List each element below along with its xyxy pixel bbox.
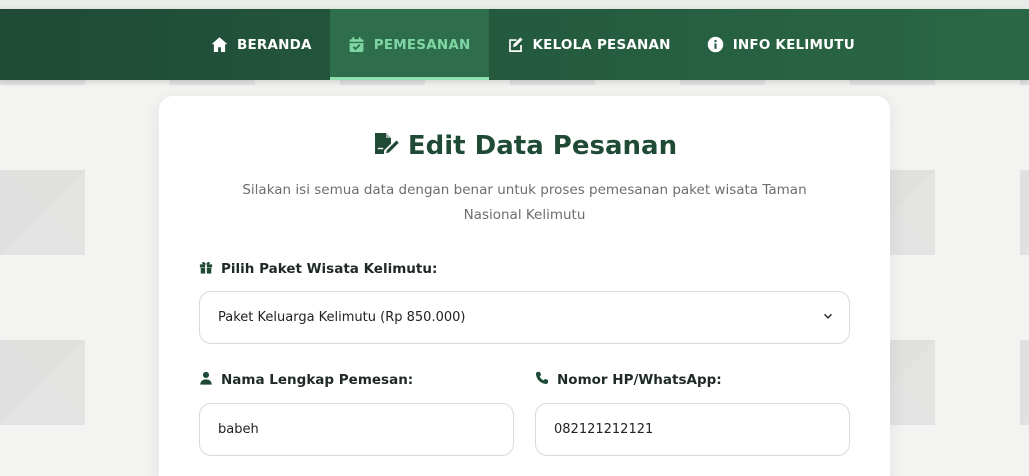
phone-icon: [535, 371, 549, 389]
edit-icon: [507, 36, 524, 53]
phone-label-text: Nomor HP/WhatsApp:: [557, 372, 722, 388]
nav-item-label: PEMESANAN: [373, 36, 471, 53]
form-subtitle: Silakan isi semua data dengan benar untu…: [242, 182, 807, 223]
nav-item-kelola-pesanan[interactable]: KELOLA PESANAN: [489, 9, 689, 80]
nav-item-beranda[interactable]: BERANDA: [193, 9, 330, 80]
file-signature-icon: [372, 131, 400, 161]
home-icon: [211, 36, 228, 53]
package-label-text: Pilih Paket Wisata Kelimutu:: [221, 261, 438, 277]
page: BERANDA PEMESANAN KELOLA PESANAN INFO KE…: [0, 0, 1029, 476]
form-header: Edit Data Pesanan: [159, 131, 890, 161]
edit-form-card: Edit Data Pesanan Silakan isi semua data…: [159, 96, 890, 476]
name-input-value: babeh: [218, 422, 259, 437]
nav-item-label: KELOLA PESANAN: [532, 36, 671, 53]
name-label: Nama Lengkap Pemesan:: [199, 371, 413, 389]
name-label-text: Nama Lengkap Pemesan:: [221, 372, 414, 388]
package-label: Pilih Paket Wisata Kelimutu:: [199, 260, 437, 278]
chevron-down-icon: [823, 310, 833, 325]
page-title: Edit Data Pesanan: [407, 131, 678, 161]
name-input[interactable]: babeh: [199, 403, 514, 456]
gift-icon: [199, 260, 213, 278]
info-icon: [707, 36, 724, 53]
calendar-check-icon: [348, 36, 365, 53]
nav-item-label: INFO KELIMUTU: [732, 36, 855, 53]
user-icon: [199, 371, 213, 389]
nav-item-pemesanan[interactable]: PEMESANAN: [329, 9, 489, 80]
phone-label: Nomor HP/WhatsApp:: [535, 371, 722, 389]
package-select-value: Paket Keluarga Kelimutu (Rp 850.000): [218, 310, 466, 325]
phone-input-value: 082121212121: [554, 422, 654, 437]
nav-item-label: BERANDA: [237, 36, 312, 53]
nav-item-info-kelimutu[interactable]: INFO KELIMUTU: [689, 9, 873, 80]
phone-input[interactable]: 082121212121: [535, 403, 850, 456]
main-navbar: BERANDA PEMESANAN KELOLA PESANAN INFO KE…: [0, 9, 1029, 80]
package-select[interactable]: Paket Keluarga Kelimutu (Rp 850.000): [199, 291, 850, 344]
top-strip: [0, 0, 1029, 9]
